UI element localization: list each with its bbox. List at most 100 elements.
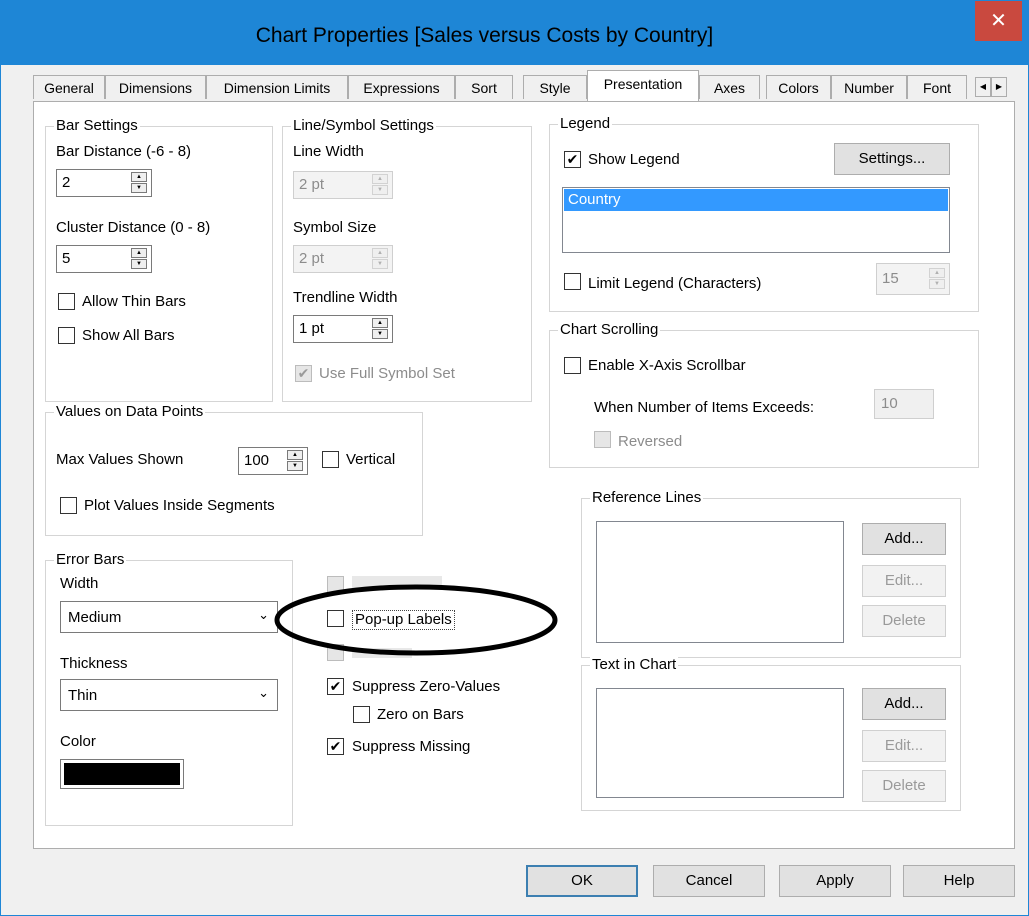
text-in-chart-listbox[interactable] bbox=[596, 688, 844, 798]
use-full-symbol-set-checkbox[interactable]: ✔ bbox=[295, 365, 312, 382]
reference-lines-group: Reference Lines Add... Edit... Delete bbox=[581, 489, 961, 658]
show-all-bars-checkbox[interactable] bbox=[58, 327, 75, 344]
window-title: Chart Properties [Sales versus Costs by … bbox=[255, 24, 714, 47]
chart-properties-dialog: Chart Properties [Sales versus Costs by … bbox=[0, 0, 1029, 916]
text-delete-button[interactable]: Delete bbox=[862, 770, 946, 802]
cancel-button[interactable]: Cancel bbox=[653, 865, 765, 897]
reference-edit-button[interactable]: Edit... bbox=[862, 565, 946, 597]
close-button[interactable]: ✕ bbox=[975, 1, 1022, 41]
zero-on-bars-label: Zero on Bars bbox=[377, 706, 464, 723]
spin-down-icon[interactable]: ▼ bbox=[372, 185, 388, 195]
vertical-checkbox[interactable] bbox=[322, 451, 339, 468]
cluster-distance-value: 5 bbox=[62, 250, 71, 267]
spin-down-icon[interactable]: ▼ bbox=[929, 279, 945, 289]
trendline-width-stepper[interactable]: 1 pt ▲ ▼ bbox=[293, 315, 393, 343]
suppress-missing-checkbox[interactable]: ✔ bbox=[327, 738, 344, 755]
text-edit-button[interactable]: Edit... bbox=[862, 730, 946, 762]
vertical-label: Vertical bbox=[346, 451, 396, 468]
reference-add-button[interactable]: Add... bbox=[862, 523, 946, 555]
error-bars-group: Error Bars Width Medium ⌄ Thickness Thin… bbox=[45, 551, 293, 826]
zero-on-bars-checkbox[interactable] bbox=[353, 706, 370, 723]
check-icon: ✔ bbox=[297, 365, 310, 381]
ok-button[interactable]: OK bbox=[526, 865, 638, 897]
spin-up-icon[interactable]: ▲ bbox=[287, 450, 303, 460]
tab-colors[interactable]: Colors bbox=[766, 75, 831, 99]
plot-inside-segments-checkbox[interactable] bbox=[60, 497, 77, 514]
spin-up-icon[interactable]: ▲ bbox=[131, 172, 147, 182]
trendline-width-value: 1 pt bbox=[299, 320, 325, 337]
legend-settings-button[interactable]: Settings... bbox=[834, 143, 950, 175]
spin-up-icon[interactable]: ▲ bbox=[372, 174, 388, 184]
suppress-missing-label: Suppress Missing bbox=[352, 738, 471, 755]
symbol-size-stepper[interactable]: 2 pt ▲ ▼ bbox=[293, 245, 393, 273]
items-exceeds-field[interactable]: 10 bbox=[874, 389, 934, 419]
line-symbol-title: Line/Symbol Settings bbox=[291, 117, 436, 135]
tab-dimension-limits[interactable]: Dimension Limits bbox=[206, 75, 348, 99]
values-on-data-points-group: Values on Data Points Max Values Shown 1… bbox=[45, 403, 423, 536]
tab-general[interactable]: General bbox=[33, 75, 105, 99]
plot-inside-segments-label: Plot Values Inside Segments bbox=[84, 497, 275, 514]
use-full-symbol-set-label: Use Full Symbol Set bbox=[319, 365, 455, 382]
line-symbol-settings-group: Line/Symbol Settings Line Width 2 pt ▲ ▼ … bbox=[282, 117, 532, 402]
presentation-panel: Bar Settings Bar Distance (-6 - 8) 2 ▲ ▼ … bbox=[33, 101, 1015, 849]
spin-down-icon[interactable]: ▼ bbox=[372, 329, 388, 339]
reversed-label: Reversed bbox=[618, 433, 683, 450]
apply-button[interactable]: Apply bbox=[779, 865, 891, 897]
spin-up-icon[interactable]: ▲ bbox=[929, 268, 945, 278]
tab-scroll-right-button[interactable]: ▶ bbox=[991, 77, 1007, 97]
error-width-select[interactable]: Medium ⌄ bbox=[60, 601, 278, 633]
show-all-bars-label: Show All Bars bbox=[82, 327, 175, 344]
limit-legend-stepper[interactable]: 15 ▲ ▼ bbox=[876, 263, 950, 295]
tab-expressions[interactable]: Expressions bbox=[348, 75, 455, 99]
spin-up-icon[interactable]: ▲ bbox=[372, 318, 388, 328]
enable-x-axis-scrollbar-checkbox[interactable] bbox=[564, 357, 581, 374]
chevron-right-icon: ▶ bbox=[995, 82, 1003, 91]
tab-strip: General Dimensions Dimension Limits Expr… bbox=[33, 70, 1009, 101]
help-button[interactable]: Help bbox=[903, 865, 1015, 897]
spin-down-icon[interactable]: ▼ bbox=[131, 183, 147, 193]
spin-down-icon[interactable]: ▼ bbox=[131, 259, 147, 269]
spin-up-icon[interactable]: ▲ bbox=[372, 248, 388, 258]
error-width-label: Width bbox=[60, 575, 99, 592]
spin-down-icon[interactable]: ▼ bbox=[287, 461, 303, 471]
tab-sort[interactable]: Sort bbox=[455, 75, 513, 99]
tab-presentation[interactable]: Presentation bbox=[587, 70, 699, 101]
limit-legend-checkbox[interactable] bbox=[564, 273, 581, 290]
reference-delete-button[interactable]: Delete bbox=[862, 605, 946, 637]
max-values-stepper[interactable]: 100 ▲ ▼ bbox=[238, 447, 308, 475]
bar-distance-stepper[interactable]: 2 ▲ ▼ bbox=[56, 169, 152, 197]
spin-down-icon[interactable]: ▼ bbox=[372, 259, 388, 269]
line-width-label: Line Width bbox=[293, 143, 364, 160]
legend-listbox[interactable]: Country bbox=[562, 187, 950, 253]
bar-settings-group: Bar Settings Bar Distance (-6 - 8) 2 ▲ ▼ … bbox=[45, 117, 273, 402]
reference-lines-listbox[interactable] bbox=[596, 521, 844, 643]
text-in-chart-title: Text in Chart bbox=[590, 656, 679, 674]
thickness-select[interactable]: Thin ⌄ bbox=[60, 679, 278, 711]
text-add-button[interactable]: Add... bbox=[862, 688, 946, 720]
legend-item-country[interactable]: Country bbox=[564, 189, 948, 211]
tab-style[interactable]: Style bbox=[523, 75, 587, 99]
chevron-down-icon: ⌄ bbox=[258, 607, 269, 622]
allow-thin-bars-checkbox[interactable] bbox=[58, 293, 75, 310]
tab-font[interactable]: Font bbox=[907, 75, 967, 99]
close-icon: ✕ bbox=[990, 10, 1007, 32]
spin-up-icon[interactable]: ▲ bbox=[131, 248, 147, 258]
tab-axes[interactable]: Axes bbox=[699, 75, 760, 99]
error-color-swatch-button[interactable] bbox=[60, 759, 184, 789]
title-bar: Chart Properties [Sales versus Costs by … bbox=[1, 1, 1028, 65]
show-legend-checkbox[interactable]: ✔ bbox=[564, 151, 581, 168]
line-width-stepper[interactable]: 2 pt ▲ ▼ bbox=[293, 171, 393, 199]
enable-x-axis-scrollbar-label: Enable X-Axis Scrollbar bbox=[588, 357, 746, 374]
cluster-distance-stepper[interactable]: 5 ▲ ▼ bbox=[56, 245, 152, 273]
tab-number[interactable]: Number bbox=[831, 75, 907, 99]
values-on-data-points-title: Values on Data Points bbox=[54, 403, 206, 421]
reversed-checkbox[interactable] bbox=[594, 431, 611, 448]
suppress-zero-values-checkbox[interactable]: ✔ bbox=[327, 678, 344, 695]
limit-legend-value: 15 bbox=[882, 270, 899, 287]
show-legend-label: Show Legend bbox=[588, 151, 680, 168]
items-exceeds-label: When Number of Items Exceeds: bbox=[594, 399, 815, 416]
text-in-chart-group: Text in Chart Add... Edit... Delete bbox=[581, 656, 961, 811]
dialog-footer: OK Cancel Apply Help bbox=[1, 851, 1028, 915]
tab-dimensions[interactable]: Dimensions bbox=[105, 75, 206, 99]
tab-scroll-left-button[interactable]: ◀ bbox=[975, 77, 991, 97]
